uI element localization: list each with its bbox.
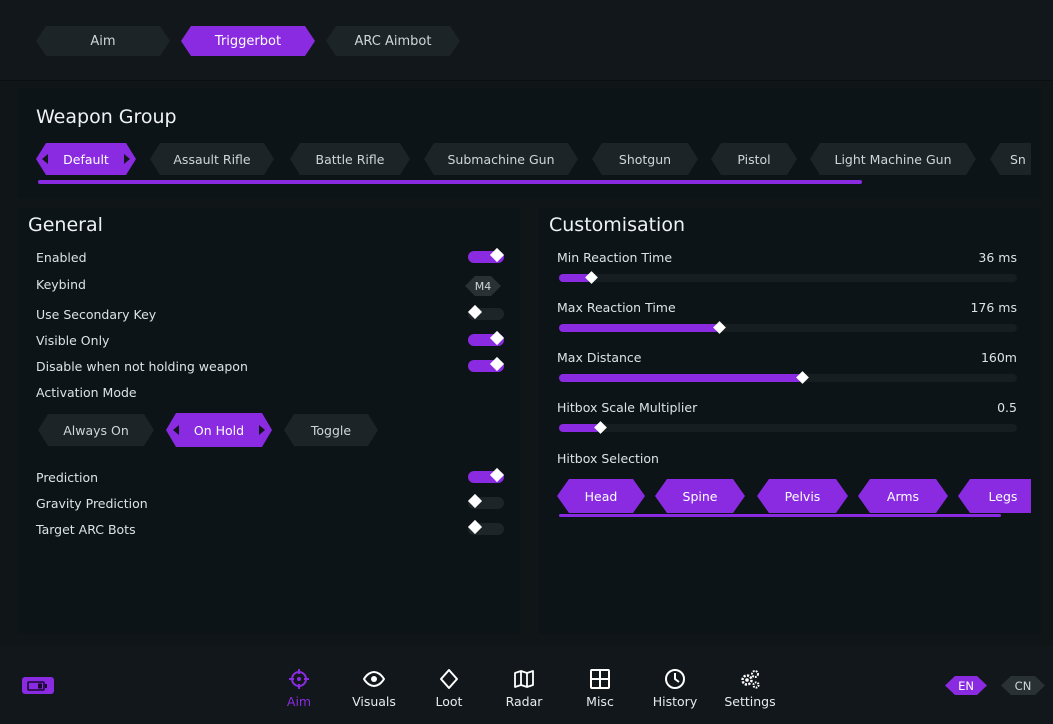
prediction-toggle[interactable] (468, 467, 505, 483)
max-reaction-value: 176 ms (970, 300, 1017, 315)
nav-visuals[interactable]: Visuals (339, 668, 409, 709)
disable-not-holding-toggle[interactable] (468, 356, 505, 372)
nav-aim-label: Aim (286, 694, 312, 709)
tab-triggerbot[interactable]: Triggerbot (181, 26, 315, 56)
grid-icon (590, 669, 610, 689)
weapon-item-pistol[interactable]: Pistol (711, 143, 797, 175)
visible-only-toggle[interactable] (468, 330, 505, 346)
chevron-left-icon[interactable] (173, 425, 179, 435)
map-icon (514, 670, 534, 688)
max-reaction-slider[interactable] (559, 321, 1017, 334)
enabled-toggle[interactable] (468, 247, 505, 263)
hitbox-scrollbar[interactable] (559, 514, 1001, 517)
hitbox-selection-label: Hitbox Selection (557, 451, 659, 466)
max-distance-label: Max Distance (557, 350, 642, 365)
tab-aim[interactable]: Aim (36, 26, 170, 56)
nav-aim[interactable]: Aim (264, 668, 334, 709)
nav-loot[interactable]: Loot (414, 668, 484, 709)
activation-option-always-on[interactable]: Always On (38, 414, 154, 446)
activation-mode-label: Activation Mode (36, 385, 137, 400)
general-title: General (28, 214, 103, 236)
gears-icon (741, 670, 760, 689)
keybind-label: Keybind (36, 277, 86, 292)
min-reaction-slider[interactable] (559, 271, 1017, 284)
crosshair-icon (289, 669, 309, 689)
hitbox-scale-value: 0.5 (997, 400, 1017, 415)
max-reaction-label: Max Reaction Time (557, 300, 676, 315)
slider-fill (559, 374, 802, 382)
collapse-icon[interactable] (22, 677, 54, 694)
nav-visuals-label: Visuals (352, 694, 396, 709)
hitbox-head[interactable]: Head (557, 479, 645, 513)
weapon-item-light-machine-gun[interactable]: Light Machine Gun (810, 143, 976, 175)
nav-history-label: History (652, 694, 698, 709)
activation-option-on-hold[interactable]: On Hold (166, 413, 272, 447)
weapon-item-assault-rifle[interactable]: Assault Rifle (150, 143, 274, 175)
gravity-prediction-toggle[interactable] (467, 493, 504, 509)
chevron-right-icon[interactable] (124, 154, 130, 164)
nav-settings-label: Settings (724, 694, 776, 709)
min-reaction-value: 36 ms (978, 250, 1017, 265)
hitbox-scale-label: Hitbox Scale Multiplier (557, 400, 698, 415)
weapon-item-sniper[interactable]: Sn (990, 143, 1031, 175)
hitbox-pelvis[interactable]: Pelvis (757, 479, 848, 513)
weapon-item-default[interactable]: Default (36, 143, 136, 175)
activation-option-toggle[interactable]: Toggle (284, 414, 378, 446)
weapon-item-shotgun[interactable]: Shotgun (592, 143, 698, 175)
nav-misc-label: Misc (586, 694, 614, 709)
disable-not-holding-label: Disable when not holding weapon (36, 359, 248, 374)
slider-fill (559, 324, 719, 332)
visible-only-label: Visible Only (36, 333, 110, 348)
max-distance-value: 160m (980, 350, 1017, 365)
nav-settings[interactable]: Settings (715, 668, 785, 709)
nav-radar-label: Radar (505, 694, 543, 709)
chevron-right-icon[interactable] (259, 425, 265, 435)
use-secondary-key-label: Use Secondary Key (36, 307, 157, 322)
activation-option-label: On Hold (193, 422, 245, 438)
tab-arc-aimbot[interactable]: ARC Aimbot (326, 26, 460, 56)
weapon-group-title: Weapon Group (36, 106, 177, 128)
hitbox-scale-slider[interactable] (559, 421, 1017, 434)
target-arc-bots-label: Target ARC Bots (36, 522, 136, 537)
weapon-group-list: Default Assault Rifle Battle Rifle Subma… (36, 140, 1031, 178)
diamond-icon (440, 669, 458, 689)
hitbox-legs[interactable]: Legs (958, 479, 1031, 513)
nav-radar[interactable]: Radar (489, 668, 559, 709)
weapon-item-submachine-gun[interactable]: Submachine Gun (424, 143, 578, 175)
nav-history[interactable]: History (640, 668, 710, 709)
enabled-label: Enabled (36, 250, 87, 265)
clock-icon (665, 669, 685, 689)
customisation-title: Customisation (549, 214, 686, 236)
gravity-prediction-label: Gravity Prediction (36, 496, 148, 511)
weapon-item-battle-rifle[interactable]: Battle Rifle (290, 143, 410, 175)
min-reaction-label: Min Reaction Time (557, 250, 673, 265)
hitbox-spine[interactable]: Spine (655, 479, 745, 513)
weapon-item-label: Default (63, 151, 109, 167)
target-arc-bots-toggle[interactable] (467, 519, 504, 535)
nav-loot-label: Loot (435, 694, 463, 709)
customisation-panel (539, 208, 1041, 634)
weapon-group-scrollbar[interactable] (38, 180, 862, 184)
chevron-left-icon[interactable] (42, 154, 48, 164)
prediction-label: Prediction (36, 470, 99, 485)
eye-icon (363, 670, 385, 688)
sidebar-toggle-icon (27, 680, 47, 691)
hitbox-arms[interactable]: Arms (858, 479, 948, 513)
use-secondary-key-toggle[interactable] (467, 304, 504, 320)
max-distance-slider[interactable] (559, 371, 1017, 384)
nav-misc[interactable]: Misc (565, 668, 635, 709)
